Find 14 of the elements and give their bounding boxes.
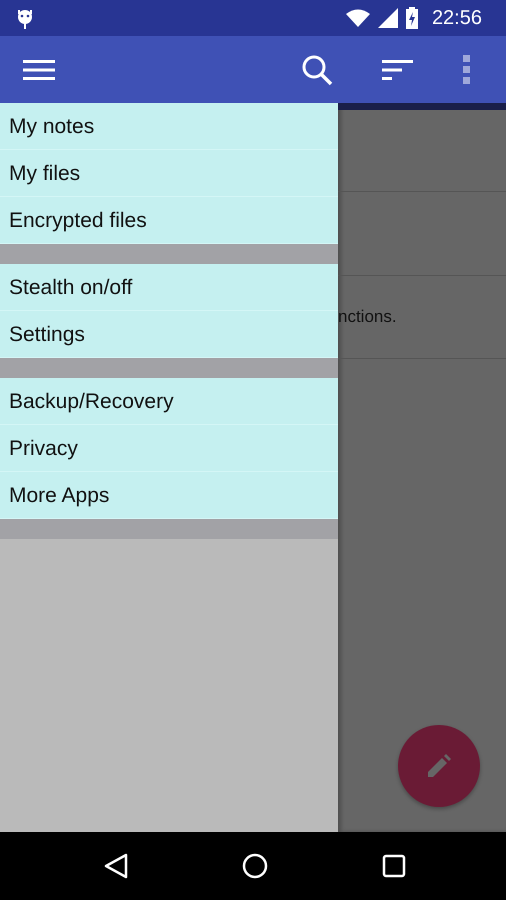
sort-icon[interactable] bbox=[382, 58, 414, 80]
back-icon[interactable] bbox=[104, 853, 128, 879]
home-icon[interactable] bbox=[242, 853, 268, 879]
search-icon[interactable] bbox=[301, 54, 333, 86]
android-icon bbox=[16, 7, 34, 29]
overflow-menu-icon[interactable] bbox=[463, 54, 471, 84]
note-text: nctions. bbox=[338, 307, 397, 327]
battery-icon bbox=[406, 7, 418, 29]
recents-icon[interactable] bbox=[382, 854, 406, 878]
signal-icon bbox=[378, 8, 398, 28]
menu-icon[interactable] bbox=[23, 58, 55, 80]
wifi-icon bbox=[346, 9, 370, 27]
pencil-icon bbox=[426, 753, 452, 779]
clock-time: 22:56 bbox=[432, 6, 482, 30]
